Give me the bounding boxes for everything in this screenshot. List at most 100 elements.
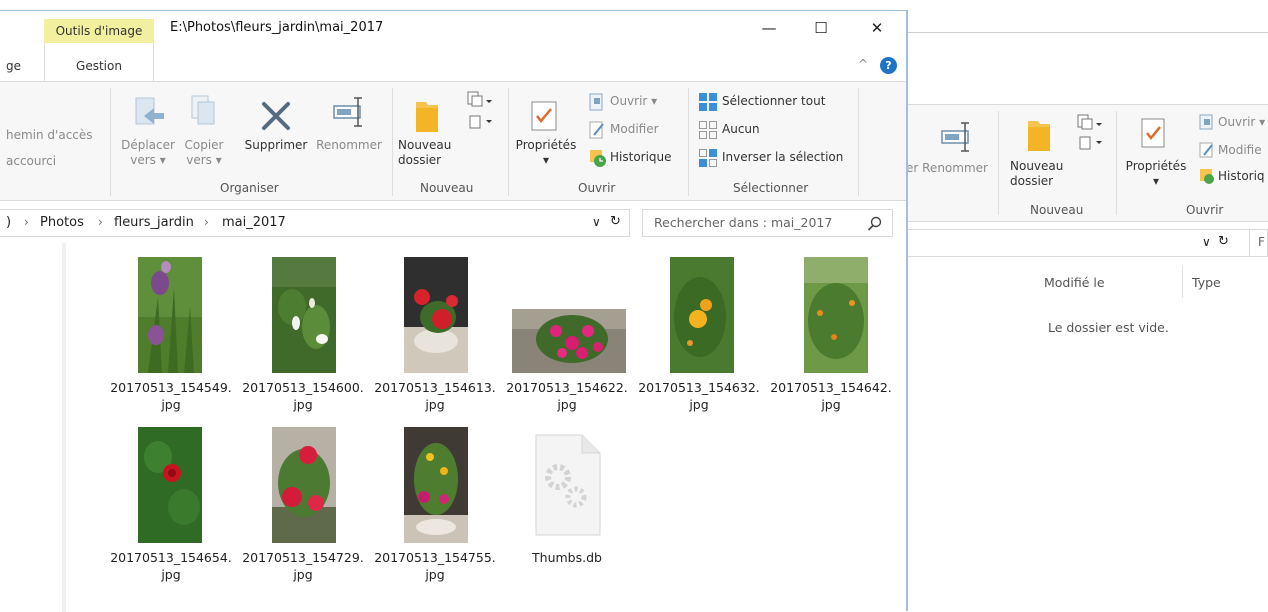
group-label-selectionner: Sélectionner [733,181,809,195]
history-icon [1200,169,1214,184]
copy-to-button[interactable]: Copier vers ▾ [178,138,230,168]
select-none-button[interactable]: Aucun [722,122,782,137]
system-file-icon [535,434,601,536]
group-label-ouvrir: Ouvrir [578,181,616,195]
column-type[interactable]: Type [1192,275,1221,290]
move-to-button[interactable]: Déplacer vers ▾ [116,138,180,168]
breadcrumb-fleurs-jardin[interactable]: fleurs_jardin [114,215,194,230]
file-item[interactable]: 20170513_154632. jpg [638,257,760,417]
bg-new-folder-button[interactable]: Nouveau dossier [1010,159,1066,189]
bg-group-nouveau: Nouveau [1030,203,1084,217]
file-name-line1: 20170513_154600. [242,380,364,395]
copy-to-line2: vers ▾ [186,153,222,167]
file-name-line1: Thumbs.db [532,550,602,565]
edit-button[interactable]: Modifier [610,122,680,137]
thumbnail-image [138,427,202,543]
breadcrumb-separator[interactable]: › [98,215,103,229]
move-to-icon [135,97,164,125]
file-name-line2: jpg [293,397,313,412]
bg-history-button[interactable]: Historiq [1218,169,1268,184]
thumbnail-image [404,427,468,543]
collapse-ribbon-button[interactable]: ^ [858,57,868,71]
address-dropdown-icon[interactable]: ∨ [592,215,601,229]
bg-search-box[interactable]: F [1249,229,1268,257]
file-item[interactable]: 20170513_154654. jpg [110,427,232,587]
window-title: E:\Photos\fleurs_jardin\mai_2017 [170,20,384,35]
invert-selection-button[interactable]: Inverser la sélection [722,150,852,165]
maximize-button[interactable]: ☐ [806,17,836,39]
history-button[interactable]: Historique [610,150,686,165]
refresh-icon[interactable]: ↻ [610,214,621,229]
bg-edit-button[interactable]: Modifie [1218,143,1268,158]
file-item[interactable]: 20170513_154729. jpg [242,427,364,587]
file-name-line2: jpg [557,397,577,412]
breadcrumb-prefix: ) [6,215,12,230]
help-icon[interactable]: ? [880,57,897,74]
delete-button[interactable]: Supprimer [238,138,314,153]
file-item[interactable]: 20170513_154622. jpg [506,257,628,417]
move-to-line2: vers ▾ [130,153,166,167]
copy-path-button[interactable]: hemin d'accès [6,128,93,143]
thumbnail-image [272,257,336,373]
search-input[interactable]: Rechercher dans : mai_2017 [642,209,893,237]
thumbnail-image [138,257,202,373]
close-button[interactable]: ✕ [862,17,892,39]
breadcrumb-photos[interactable]: Photos [40,215,84,230]
file-item[interactable]: 20170513_154549. jpg [110,257,232,417]
bg-properties-button[interactable]: Propriétés ▾ [1122,159,1190,189]
bg-rename-button[interactable]: er Renommer [906,161,996,176]
tab-gestion[interactable]: Gestion [44,43,154,82]
file-item[interactable]: 20170513_154613. jpg [374,257,496,417]
search-icon[interactable] [867,216,883,232]
file-name-line2: jpg [293,567,313,582]
bg-new-folder-line2: dossier [1010,174,1054,188]
column-modified[interactable]: Modifié le [1044,275,1105,290]
file-name-line1: 20170513_154642. [770,380,892,395]
rename-icon [333,97,362,127]
breadcrumb-separator[interactable]: › [204,215,209,229]
new-folder-icon [416,102,438,132]
paste-shortcut-button[interactable]: accourci [6,154,56,169]
properties-button[interactable]: Propriétés ▾ [512,138,580,168]
rename-button[interactable]: Renommer [314,138,384,153]
bg-refresh-icon[interactable]: ↻ [1218,234,1229,249]
bg-address-bar[interactable]: ∨ ↻ [906,229,1268,257]
file-view: 20170513_154549. jpg 20170513_154600. jp… [66,243,906,612]
file-item[interactable]: 20170513_154642. jpg [770,257,892,417]
properties-label: Propriétés [515,138,577,152]
rename-icon [941,122,969,152]
properties-arrow: ▾ [542,153,550,167]
contextual-tab-label: Outils d'image [44,19,154,43]
file-name-line1: 20170513_154755. [374,550,496,565]
thumbnail-image [670,257,734,373]
new-item-icon[interactable] [464,90,498,134]
address-bar[interactable]: ) › Photos › fleurs_jardin › mai_2017 ∨ … [0,209,630,237]
invert-selection-icon [699,149,717,167]
tab-gestion-label: Gestion [76,59,122,73]
search-placeholder: Rechercher dans : mai_2017 [654,215,833,230]
properties-icon [1141,118,1165,148]
file-item[interactable]: Thumbs.db [506,427,628,587]
group-label-nouveau: Nouveau [420,181,474,195]
bg-dropdown-icon[interactable]: ∨ [1202,235,1211,249]
new-folder-button[interactable]: Nouveau dossier [398,138,458,168]
minimize-button[interactable]: — [754,17,784,39]
breadcrumb-mai-2017[interactable]: mai_2017 [222,215,286,230]
new-item-icon [1077,114,1102,150]
file-item[interactable]: 20170513_154600. jpg [242,257,364,417]
bg-open-button[interactable]: Ouvrir ▾ [1218,115,1268,130]
tab-partial[interactable]: ge [6,59,21,73]
file-item[interactable]: 20170513_154755. jpg [374,427,496,587]
thumbnail-image [512,309,626,373]
group-label-organiser: Organiser [220,181,279,195]
open-button[interactable]: Ouvrir ▾ [610,94,680,109]
file-name-line2: jpg [161,397,181,412]
file-name-line2: jpg [821,397,841,412]
select-none-icon [699,121,717,139]
breadcrumb-separator[interactable]: › [24,215,29,229]
new-folder-line1: Nouveau [398,138,452,152]
select-all-button[interactable]: Sélectionner tout [722,94,852,109]
properties-icon [531,101,557,131]
thumbnail-image [272,427,336,543]
bg-search-text: F [1258,235,1265,249]
